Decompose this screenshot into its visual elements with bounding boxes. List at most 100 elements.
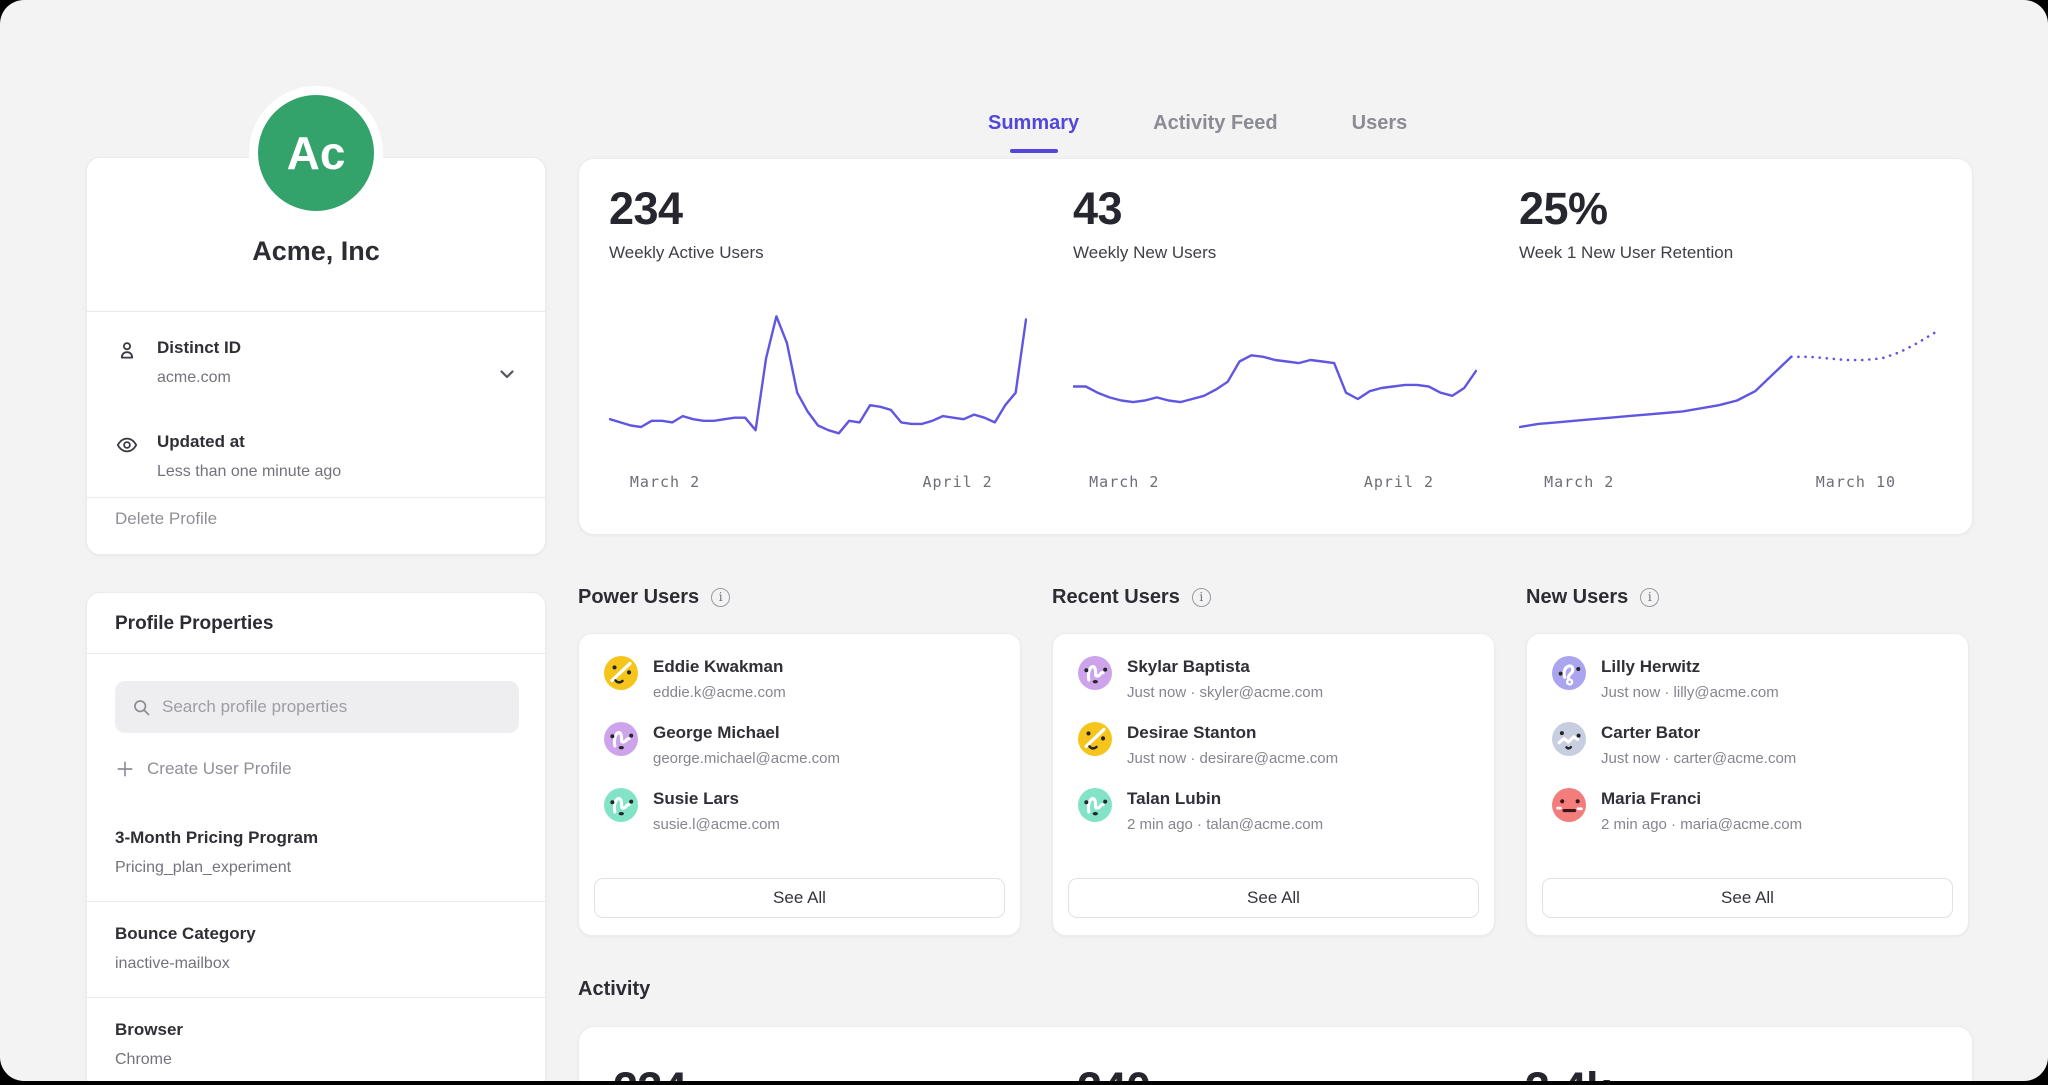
user-subtext: Just now · carter@acme.com xyxy=(1601,750,1796,767)
user-section-recent-users: Recent UsersiSkylar BaptistaJust now · s… xyxy=(1052,583,1495,611)
stat-label: Week 1 New User Retention xyxy=(1519,243,1733,263)
divider xyxy=(87,497,545,498)
search-input[interactable] xyxy=(162,697,503,717)
divider xyxy=(87,311,545,312)
profile-property-row[interactable]: Bounce Categoryinactive-mailbox xyxy=(87,902,545,998)
info-icon[interactable]: i xyxy=(711,588,730,607)
x-axis-tick: March 10 xyxy=(1816,473,1896,491)
user-avatar xyxy=(1552,788,1586,822)
tab-users[interactable]: Users xyxy=(1352,112,1408,153)
profile-property-row[interactable]: 3-Month Pricing Program Pricing_plan_expe… xyxy=(87,806,545,902)
user-avatar xyxy=(1552,722,1586,756)
see-all-button[interactable]: See All xyxy=(1542,878,1953,918)
user-row[interactable]: Carter Bator Just now · carter@acme.com xyxy=(1552,722,1943,788)
user-row[interactable]: Skylar Baptista Just now · skyler@acme.co… xyxy=(1078,656,1469,722)
section-title: Recent Users xyxy=(1052,586,1180,609)
activity-stat-value: 3.4k xyxy=(1525,1063,1611,1081)
user-name: Skylar Baptista xyxy=(1127,656,1323,677)
chevron-down-icon[interactable] xyxy=(495,362,519,386)
info-icon[interactable]: i xyxy=(1640,588,1659,607)
stat-column: 43Weekly New UsersMarch 2April 2 xyxy=(1073,159,1477,534)
user-row[interactable]: Eddie Kwakmaneddie.k@acme.com xyxy=(604,656,995,722)
stat-value: 25% xyxy=(1519,183,1608,235)
user-section-new-users: New UsersiLilly HerwitzJust now · lilly@… xyxy=(1526,583,1969,611)
activity-stat-value: 240 xyxy=(1077,1063,1151,1081)
tab-activity-feed[interactable]: Activity Feed xyxy=(1153,112,1277,153)
user-subtext: susie.l@acme.com xyxy=(653,816,780,833)
search-box xyxy=(115,681,519,733)
x-axis-tick: April 2 xyxy=(1364,473,1434,491)
section-title: New Users xyxy=(1526,586,1628,609)
user-row[interactable]: Talan Lubin2 min ago · talan@acme.com xyxy=(1078,788,1469,854)
eye-icon xyxy=(115,433,139,457)
x-axis-tick: March 2 xyxy=(1544,473,1614,491)
section-title: Power Users xyxy=(578,586,699,609)
user-subtext: Just now · lilly@acme.com xyxy=(1601,684,1779,701)
user-avatar xyxy=(1078,788,1112,822)
user-text: Skylar Baptista Just now · skyler@acme.co… xyxy=(1127,656,1323,701)
stat-value: 234 xyxy=(609,183,683,235)
field-value: Less than one minute ago xyxy=(157,463,341,481)
user-name: George Michael xyxy=(653,722,840,743)
stat-value: 43 xyxy=(1073,183,1122,235)
user-avatar xyxy=(1078,656,1112,690)
user-avatar xyxy=(1078,722,1112,756)
profile-properties-card: Profile Properties Create User Profile 3… xyxy=(86,592,546,1081)
user-avatar xyxy=(604,788,638,822)
user-subtext: george.michael@acme.com xyxy=(653,750,840,767)
user-row[interactable]: Susie Lars susie.l@acme.com xyxy=(604,788,995,854)
profile-properties-list: 3-Month Pricing Program Pricing_plan_expe… xyxy=(87,806,545,1081)
create-user-profile-label: Create User Profile xyxy=(147,759,292,779)
plus-icon xyxy=(115,759,135,779)
user-name: Lilly Herwitz xyxy=(1601,656,1779,677)
user-name: Susie Lars xyxy=(653,788,780,809)
user-name: Maria Franci xyxy=(1601,788,1802,809)
activity-card: 2342403.4k xyxy=(578,1026,1973,1081)
profile-property-value: Pricing_plan_experiment xyxy=(115,859,517,877)
user-row[interactable]: Desirae StantonJust now · desirare@acme.… xyxy=(1078,722,1469,788)
create-user-profile-button[interactable]: Create User Profile xyxy=(115,759,292,779)
person-icon xyxy=(115,339,139,363)
user-text: Talan Lubin2 min ago · talan@acme.com xyxy=(1127,788,1323,833)
info-icon[interactable]: i xyxy=(1192,588,1211,607)
x-axis-tick: April 2 xyxy=(923,473,993,491)
stat-label: Weekly New Users xyxy=(1073,243,1216,263)
field-label: Distinct ID xyxy=(157,338,241,358)
tab-summary[interactable]: Summary xyxy=(988,112,1079,153)
user-row[interactable]: Maria Franci2 min ago · maria@acme.com xyxy=(1552,788,1943,854)
user-name: Eddie Kwakman xyxy=(653,656,786,677)
user-text: George Michael george.michael@acme.com xyxy=(653,722,840,767)
user-avatar xyxy=(604,722,638,756)
profile-property-row[interactable]: BrowserChrome xyxy=(87,998,545,1081)
stat-column: 25% Week 1 New User Retention March 2 March… xyxy=(1519,159,1937,534)
user-text: Eddie Kwakmaneddie.k@acme.com xyxy=(653,656,786,701)
user-subtext: Just now · skyler@acme.com xyxy=(1127,684,1323,701)
profile-property-label: Browser xyxy=(115,1020,517,1040)
see-all-button[interactable]: See All xyxy=(594,878,1005,918)
see-all-button[interactable]: See All xyxy=(1068,878,1479,918)
activity-title: Activity xyxy=(578,978,650,1001)
section-header: Recent Users i xyxy=(1052,583,1495,611)
user-text: Desirae StantonJust now · desirare@acme.… xyxy=(1127,722,1338,767)
user-row[interactable]: George Michael george.michael@acme.com xyxy=(604,722,995,788)
line-chart xyxy=(609,291,1027,457)
delete-profile-button[interactable]: Delete Profile xyxy=(115,509,217,529)
stat-label: Weekly Active Users xyxy=(609,243,764,263)
user-avatar xyxy=(1552,656,1586,690)
user-row[interactable]: Lilly Herwitz Just now · lilly@acme.com xyxy=(1552,656,1943,722)
user-avatar xyxy=(604,656,638,690)
field-value: acme.com xyxy=(157,369,231,387)
user-text: Lilly Herwitz Just now · lilly@acme.com xyxy=(1601,656,1779,701)
stat-column: 234Weekly Active UsersMarch 2April 2 xyxy=(609,159,1027,534)
avatar: Ac xyxy=(249,86,383,220)
user-section-power-users: Power UsersiEddie Kwakmaneddie.k@acme.co… xyxy=(578,583,1021,611)
company-name: Acme, Inc xyxy=(87,236,545,267)
user-subtext: 2 min ago · talan@acme.com xyxy=(1127,816,1323,833)
user-name: Carter Bator xyxy=(1601,722,1796,743)
user-list-card: Eddie Kwakmaneddie.k@acme.com George Mich… xyxy=(578,633,1021,936)
line-chart xyxy=(1073,291,1477,457)
user-list-card: Lilly Herwitz Just now · lilly@acme.com Ca… xyxy=(1526,633,1969,936)
section-header: Power Users i xyxy=(578,583,1021,611)
summary-stats-card: 234 Weekly Active Users March 2 April 2 43 We… xyxy=(578,158,1973,535)
profile-property-label: 3-Month Pricing Program xyxy=(115,828,517,848)
